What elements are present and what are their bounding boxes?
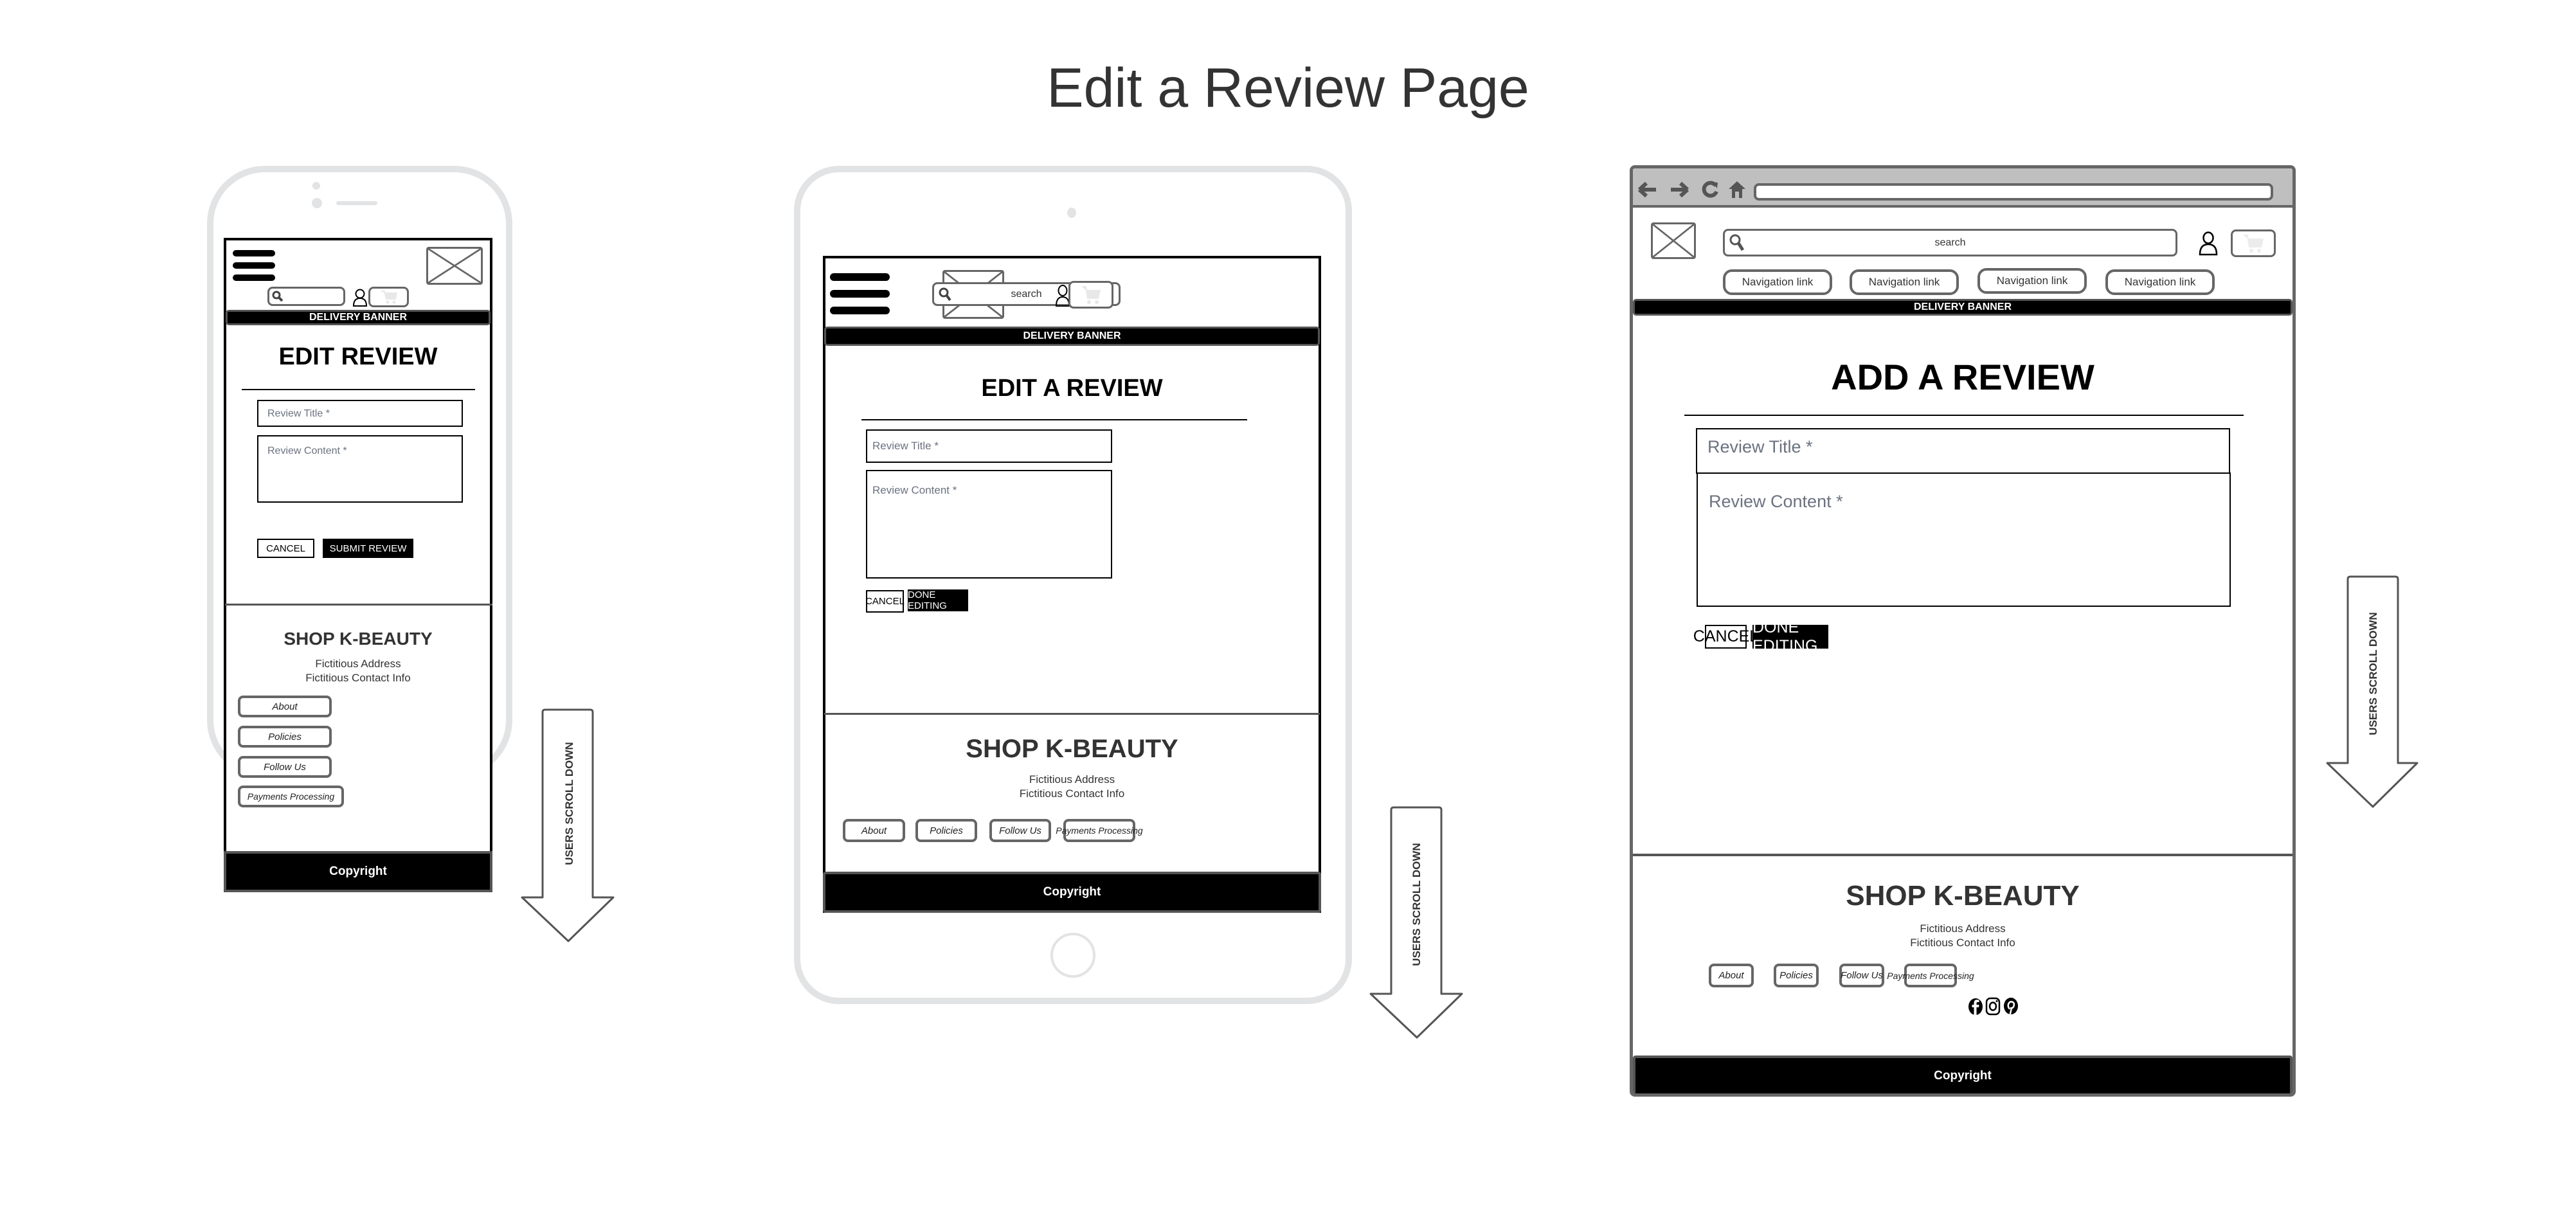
search-icon [939, 287, 951, 301]
footer-link-policies[interactable]: Policies [1774, 964, 1819, 987]
search-icon [1729, 234, 1745, 251]
logo-placeholder-icon[interactable] [1651, 222, 1696, 259]
footer-link-follow-us[interactable]: Follow Us [1839, 964, 1884, 987]
copyright-bar: Copyright [823, 872, 1321, 913]
footer-address-block: Fictitious Address Fictitious Contact In… [1633, 922, 2292, 950]
forward-arrow-icon[interactable] [1670, 181, 1689, 198]
heading-divider [242, 389, 475, 390]
footer-link-about[interactable]: About [1709, 964, 1754, 987]
nav-link-3[interactable]: Navigation link [1977, 268, 2087, 294]
footer-link-policies[interactable]: Policies [915, 819, 977, 842]
home-icon[interactable] [1728, 180, 1746, 199]
review-content-textarea[interactable]: Review Content * [866, 470, 1112, 579]
footer-separator [225, 604, 492, 606]
footer-separator [1633, 854, 2292, 856]
nav-link-2[interactable]: Navigation link [1850, 269, 1959, 295]
footer-address: Fictitious Address [315, 658, 401, 670]
add-a-review-heading: ADD A REVIEW [1831, 357, 2094, 397]
tablet-home-button [1050, 933, 1095, 978]
copyright-bar: Copyright [224, 851, 492, 892]
hamburger-menu-icon[interactable] [233, 250, 275, 281]
heading-divider [1684, 415, 2244, 416]
scroll-down-label: USERS SCROLL DOWN [2367, 612, 2379, 735]
footer-link-about[interactable]: About [843, 819, 905, 842]
phone-camera [312, 198, 322, 208]
footer-link-payments[interactable]: Payments Processing [1056, 819, 1143, 842]
phone-speaker [336, 201, 377, 205]
logo-placeholder-icon[interactable] [426, 247, 483, 285]
phone-sensor [312, 182, 320, 190]
refresh-icon[interactable] [1700, 180, 1720, 199]
footer-brand: SHOP K-BEAUTY [1846, 880, 2080, 912]
mobile-search-input[interactable] [267, 287, 345, 306]
cart-icon [2244, 234, 2264, 253]
scroll-down-label: USERS SCROLL DOWN [563, 742, 575, 865]
scroll-down-arrow: USERS SCROLL DOWN [519, 707, 616, 944]
user-icon[interactable] [2198, 231, 2219, 256]
search-icon [272, 291, 284, 302]
cart-icon [381, 291, 397, 304]
scroll-down-arrow: USERS SCROLL DOWN [2325, 574, 2420, 811]
cancel-button[interactable]: CANCEL [1693, 625, 1758, 649]
cancel-button[interactable]: CANCEL [257, 539, 314, 558]
footer-link-follow-us[interactable]: Follow Us [989, 819, 1051, 842]
nav-link-1[interactable]: Navigation link [1723, 269, 1832, 295]
cart-button[interactable] [368, 287, 409, 307]
review-content-textarea[interactable]: Review Content * [257, 435, 463, 503]
facebook-icon[interactable] [1968, 998, 1983, 1016]
delivery-banner[interactable]: DELIVERY BANNER [226, 310, 491, 325]
back-arrow-icon[interactable] [1638, 181, 1657, 198]
page-title: Edit a Review Page [1047, 57, 1529, 119]
footer-link-payments[interactable]: Payments Processing [238, 786, 344, 807]
desktop-browser-window: search Navigation link Navigation link N… [1630, 165, 2296, 1097]
review-title-input[interactable]: Review Title * [257, 400, 463, 427]
footer-contact: Fictitious Contact Info [305, 672, 411, 685]
footer-address-block: Fictitious Address Fictitious Contact In… [824, 773, 1320, 801]
scroll-down-label: USERS SCROLL DOWN [1410, 843, 1423, 966]
edit-review-heading: EDIT REVIEW [278, 343, 438, 370]
nav-link-4[interactable]: Navigation link [2105, 269, 2215, 295]
cart-icon [1082, 285, 1101, 304]
tablet-camera [1067, 208, 1076, 218]
copyright-bar: Copyright [1633, 1056, 2292, 1093]
footer-link-follow-us[interactable]: Follow Us [238, 756, 332, 778]
footer-address: Fictitious Address [1029, 773, 1115, 786]
desktop-search-input[interactable]: search [1723, 229, 2177, 256]
footer-link-payments[interactable]: Payments Processing [1887, 964, 1974, 987]
review-title-input[interactable]: Review Title * [1696, 428, 2230, 474]
user-icon[interactable] [352, 288, 368, 307]
submit-review-button[interactable]: SUBMIT REVIEW [323, 539, 413, 558]
scroll-down-arrow: USERS SCROLL DOWN [1368, 805, 1464, 1043]
hamburger-menu-icon[interactable] [830, 273, 890, 316]
review-content-textarea[interactable]: Review Content * [1697, 472, 2231, 607]
footer-address: Fictitious Address [1920, 922, 2006, 935]
tablet-screen [823, 256, 1321, 913]
footer-brand: SHOP K-BEAUTY [966, 735, 1178, 763]
footer-contact: Fictitious Contact Info [1019, 787, 1125, 800]
cancel-button[interactable]: CANCEL [865, 590, 905, 613]
footer-separator [824, 713, 1320, 715]
search-placeholder: search [1934, 237, 1966, 248]
footer-link-about[interactable]: About [238, 696, 332, 717]
cart-button[interactable] [2231, 229, 2276, 257]
browser-chrome [1633, 168, 2292, 208]
footer-contact: Fictitious Contact Info [1910, 937, 2015, 949]
footer-brand: SHOP K-BEAUTY [284, 629, 433, 649]
pinterest-icon[interactable] [2003, 997, 2019, 1015]
review-title-input[interactable]: Review Title * [866, 429, 1112, 463]
cart-button[interactable] [1068, 281, 1113, 309]
edit-a-review-heading: EDIT A REVIEW [981, 375, 1163, 402]
footer-address-block: Fictitious Address Fictitious Contact In… [225, 657, 491, 685]
done-editing-button[interactable]: DONE EDITING [1752, 618, 1828, 655]
delivery-banner[interactable]: DELIVERY BANNER [824, 327, 1320, 346]
address-bar[interactable] [1754, 183, 2273, 201]
delivery-banner[interactable]: DELIVERY BANNER [1633, 299, 2292, 316]
instagram-icon[interactable] [1985, 997, 2001, 1016]
done-editing-button[interactable]: DONE EDITING [908, 589, 968, 611]
heading-divider [861, 419, 1247, 420]
footer-link-policies[interactable]: Policies [238, 726, 332, 748]
